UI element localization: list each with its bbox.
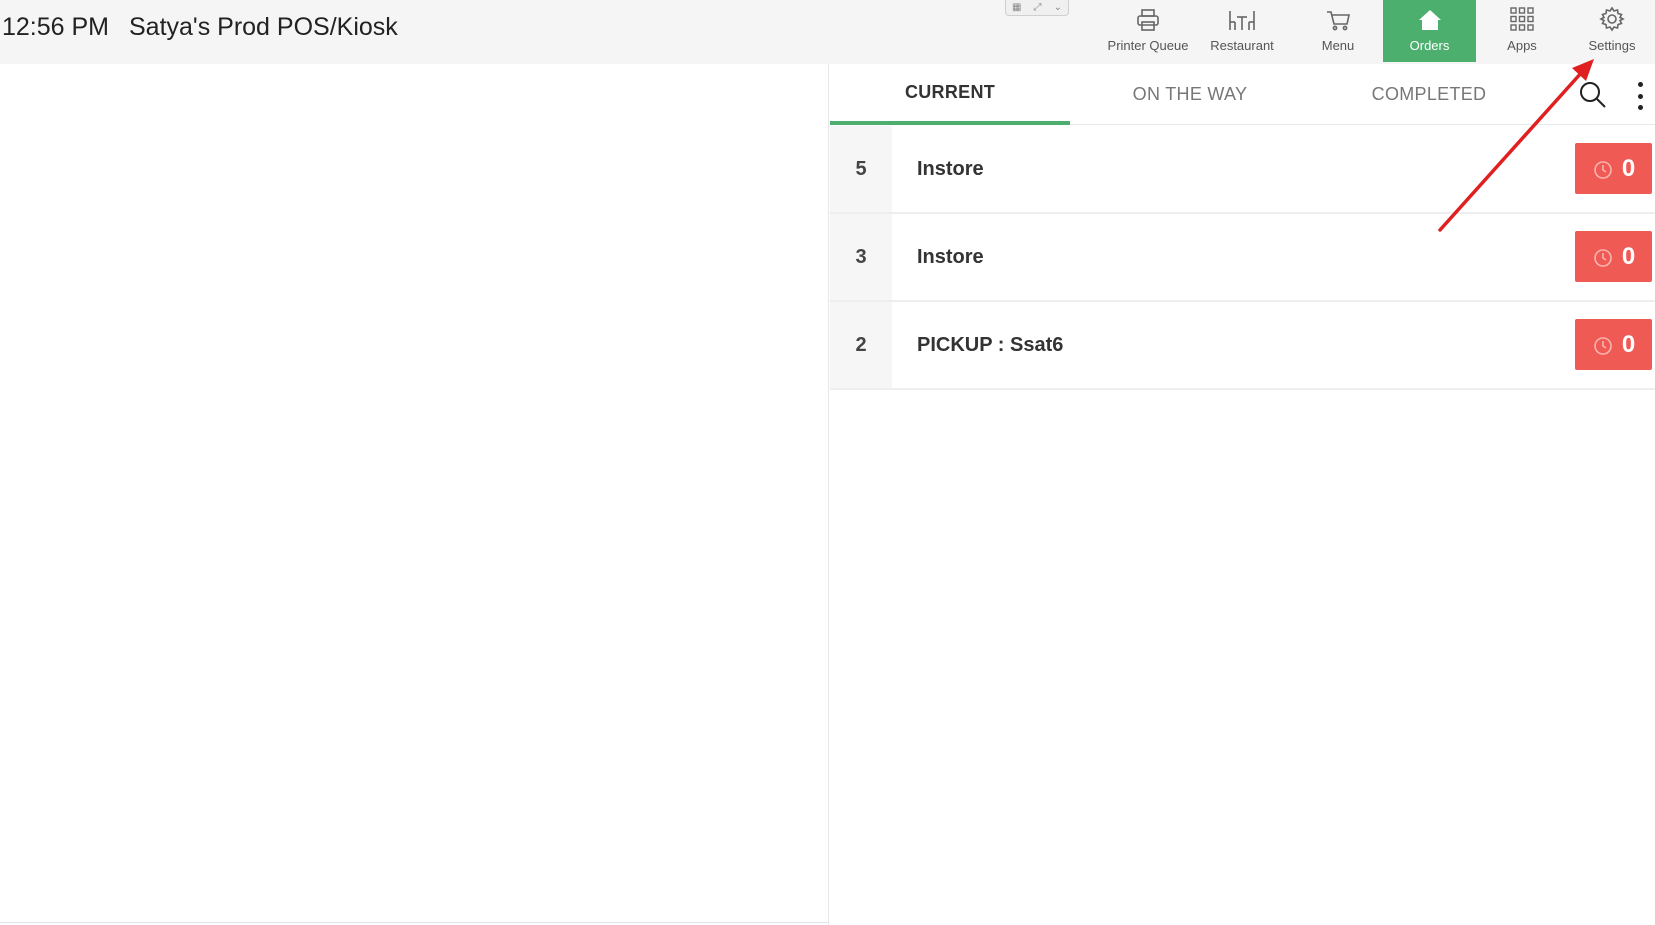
grid-icon: [1509, 0, 1535, 34]
order-number: 5: [830, 126, 892, 212]
nav-orders[interactable]: Orders: [1383, 0, 1476, 62]
order-row[interactable]: 3 Instore 0: [830, 214, 1655, 302]
clock: 12:56 PM: [2, 13, 110, 41]
nav-label: Apps: [1507, 38, 1537, 53]
order-row[interactable]: 5 Instore 0: [830, 126, 1655, 214]
order-tabs: CURRENT ON THE WAY COMPLETED: [830, 64, 1655, 125]
nav-apps[interactable]: Apps: [1482, 0, 1562, 62]
timer-badge[interactable]: 0: [1575, 143, 1652, 194]
orders-panel: CURRENT ON THE WAY COMPLETED 5 Instore 0…: [830, 64, 1655, 925]
left-panel: [0, 64, 829, 925]
nav-label: Menu: [1321, 38, 1355, 53]
home-icon: [1417, 0, 1443, 34]
clock-icon: [1594, 248, 1612, 267]
nav-settings[interactable]: Settings: [1572, 0, 1652, 62]
nav-label: Orders: [1409, 38, 1450, 53]
top-bar: 12:56 PM Satya's Prod POS/Kiosk ▦ ⤢ ⌄ Pr…: [0, 0, 1655, 64]
window-controls[interactable]: ▦ ⤢ ⌄: [1005, 0, 1069, 16]
timer-value: 0: [1621, 242, 1636, 270]
restaurant-icon: [1227, 0, 1257, 34]
order-name: PICKUP : Ssat6: [917, 333, 1064, 356]
nav-printer-queue[interactable]: Printer Queue: [1102, 0, 1194, 62]
order-name: Instore: [917, 245, 984, 268]
more-options-icon[interactable]: [1634, 80, 1646, 112]
order-name: Instore: [917, 157, 984, 180]
gear-icon: [1599, 0, 1625, 34]
order-number: 3: [830, 214, 892, 300]
tab-current[interactable]: CURRENT: [830, 64, 1070, 125]
order-row[interactable]: 2 PICKUP : Ssat6 0: [830, 302, 1655, 390]
timer-value: 0: [1621, 330, 1636, 358]
printer-icon: [1135, 0, 1161, 34]
nav-label: Restaurant: [1210, 38, 1274, 53]
tab-on-the-way[interactable]: ON THE WAY: [1070, 64, 1310, 125]
grid-small-icon[interactable]: ▦: [1012, 2, 1021, 13]
nav-label: Settings: [1588, 38, 1636, 53]
clock-icon: [1594, 336, 1612, 355]
divider: [0, 922, 829, 923]
tab-completed[interactable]: COMPLETED: [1309, 64, 1549, 125]
cart-icon: [1325, 0, 1351, 34]
nav-restaurant[interactable]: Restaurant: [1200, 0, 1284, 62]
timer-badge[interactable]: 0: [1575, 231, 1652, 282]
nav-label: Printer Queue: [1107, 38, 1189, 53]
search-icon[interactable]: [1578, 80, 1608, 110]
timer-badge[interactable]: 0: [1575, 319, 1652, 370]
store-name: Satya's Prod POS/Kiosk: [129, 13, 398, 41]
expand-icon[interactable]: ⤢: [1034, 2, 1042, 13]
nav-menu[interactable]: Menu: [1298, 0, 1378, 62]
clock-icon: [1594, 160, 1612, 179]
timer-value: 0: [1621, 154, 1636, 182]
chevron-down-icon[interactable]: ⌄: [1054, 2, 1062, 13]
order-number: 2: [830, 302, 892, 388]
